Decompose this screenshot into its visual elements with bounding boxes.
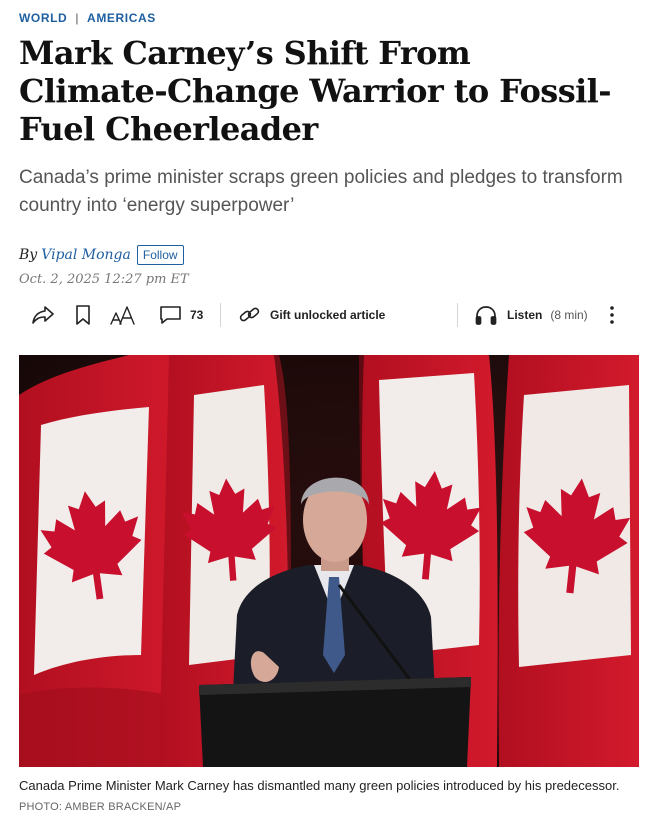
- more-options-button[interactable]: [607, 298, 617, 332]
- comment-icon: [159, 304, 183, 326]
- gift-article-label: Gift unlocked article: [270, 308, 386, 322]
- bookmark-icon: [75, 304, 91, 326]
- toolbar-divider: [220, 303, 221, 327]
- article-photo: [19, 355, 639, 767]
- link-icon: [238, 304, 262, 326]
- photo-caption: Canada Prime Minister Mark Carney has di…: [19, 776, 629, 817]
- comments-button[interactable]: 73: [159, 298, 203, 332]
- toolbar-divider: [457, 303, 458, 327]
- follow-button[interactable]: Follow: [136, 245, 184, 265]
- listen-label: Listen: [507, 308, 543, 322]
- text-size-button[interactable]: [110, 298, 136, 332]
- listen-button[interactable]: Listen (8 min): [474, 298, 588, 332]
- photo-credit: PHOTO: AMBER BRACKEN/AP: [19, 801, 182, 813]
- more-vertical-icon: [607, 304, 617, 326]
- text-size-icon: [110, 304, 136, 326]
- caption-text: Canada Prime Minister Mark Carney has di…: [19, 778, 620, 793]
- byline: By Vipal Monga Follow: [19, 245, 184, 265]
- listen-duration: (8 min): [550, 308, 588, 322]
- gift-article-button[interactable]: Gift unlocked article: [238, 298, 385, 332]
- article-dek: Canada’s prime minister scraps green pol…: [19, 167, 623, 216]
- breadcrumb-americas-link[interactable]: AMERICAS: [87, 11, 156, 25]
- podium: [199, 677, 471, 767]
- breadcrumb: WORLD | AMERICAS: [19, 11, 156, 25]
- canadian-flag: [498, 355, 639, 767]
- breadcrumb-separator: |: [75, 11, 80, 25]
- author-link[interactable]: Vipal Monga: [41, 247, 131, 263]
- share-button[interactable]: [31, 298, 55, 332]
- share-icon: [31, 304, 55, 326]
- breadcrumb-world-link[interactable]: WORLD: [19, 11, 67, 25]
- comment-count: 73: [190, 308, 204, 322]
- bookmark-button[interactable]: [75, 298, 91, 332]
- headphones-icon: [474, 304, 498, 326]
- article-headline: Mark Carney’s Shift From Climate-Change …: [19, 34, 612, 148]
- photo-illustration: [19, 355, 639, 767]
- publish-timestamp: Oct. 2, 2025 12:27 pm ET: [19, 272, 189, 287]
- article-toolbar: 73 Gift unlocked article Listen (8 min): [19, 298, 639, 332]
- byline-prefix: By: [19, 247, 38, 263]
